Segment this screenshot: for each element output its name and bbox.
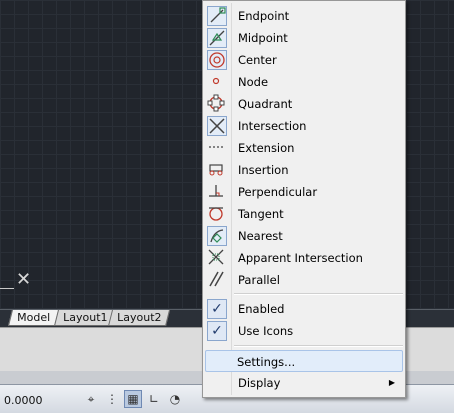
intersection-icon bbox=[207, 116, 227, 136]
menu-item-extension[interactable]: Extension bbox=[205, 137, 403, 159]
menu-item-enabled[interactable]: ✓ Enabled bbox=[205, 298, 403, 320]
menu-item-perpendicular[interactable]: Perpendicular bbox=[205, 181, 403, 203]
menu-item-label: Use Icons bbox=[238, 324, 294, 338]
nearest-icon bbox=[207, 226, 227, 246]
grid-display-icon[interactable]: ▦ bbox=[124, 390, 142, 408]
menu-item-label: Quadrant bbox=[238, 97, 293, 111]
extension-icon bbox=[207, 138, 227, 158]
ortho-icon[interactable]: ∟ bbox=[145, 390, 163, 408]
menu-item-label: Midpoint bbox=[238, 31, 288, 45]
menu-item-label: Nearest bbox=[238, 229, 283, 243]
tab-layout1[interactable]: Layout1 bbox=[54, 310, 117, 326]
coordinate-readout: 0.0000 bbox=[4, 394, 43, 407]
endpoint-icon bbox=[207, 6, 227, 26]
menu-item-label: Center bbox=[238, 53, 277, 67]
object-snap-context-menu: Endpoint Midpoint Center Node Quadrant Inters… bbox=[202, 0, 406, 398]
menu-item-apparent-intersection[interactable]: Apparent Intersection bbox=[205, 247, 403, 269]
menu-item-display[interactable]: Display ▶ bbox=[205, 372, 403, 394]
parallel-icon bbox=[207, 270, 227, 290]
menu-item-label: Display bbox=[238, 376, 281, 390]
menu-item-parallel[interactable]: Parallel bbox=[205, 269, 403, 291]
menu-item-label: Perpendicular bbox=[238, 185, 318, 199]
center-icon bbox=[207, 50, 227, 70]
checkmark-icon: ✓ bbox=[207, 321, 227, 341]
midpoint-icon bbox=[207, 28, 227, 48]
menu-item-label: Extension bbox=[238, 141, 295, 155]
menu-item-label: Insertion bbox=[238, 163, 289, 177]
menu-item-quadrant[interactable]: Quadrant bbox=[205, 93, 403, 115]
menu-item-label: Parallel bbox=[238, 273, 280, 287]
menu-item-label: Settings... bbox=[237, 355, 296, 369]
ucs-axis-line bbox=[0, 288, 14, 289]
menu-item-insertion[interactable]: Insertion bbox=[205, 159, 403, 181]
menu-item-label: Tangent bbox=[238, 207, 284, 221]
polar-icon[interactable]: ◔ bbox=[166, 390, 184, 408]
menu-item-label: Enabled bbox=[238, 302, 285, 316]
perpendicular-icon bbox=[207, 182, 227, 202]
checkmark-icon: ✓ bbox=[207, 299, 227, 319]
menu-item-nearest[interactable]: Nearest bbox=[205, 225, 403, 247]
menu-item-midpoint[interactable]: Midpoint bbox=[205, 27, 403, 49]
snap-mode-icon[interactable]: ⌖ bbox=[82, 390, 100, 408]
apparent-intersection-icon bbox=[207, 248, 227, 268]
menu-separator bbox=[234, 293, 403, 295]
tab-model[interactable]: Model bbox=[8, 310, 60, 326]
node-icon bbox=[207, 72, 227, 92]
menu-item-tangent[interactable]: Tangent bbox=[205, 203, 403, 225]
ucs-x-marker-icon: ✕ bbox=[16, 269, 32, 290]
menu-item-center[interactable]: Center bbox=[205, 49, 403, 71]
insertion-icon bbox=[207, 160, 227, 180]
tab-layout2[interactable]: Layout2 bbox=[108, 310, 171, 326]
grid-dots-icon[interactable]: ⋮ bbox=[103, 390, 121, 408]
menu-item-label: Node bbox=[238, 75, 269, 89]
menu-item-settings[interactable]: Settings... bbox=[205, 350, 403, 372]
menu-item-label: Apparent Intersection bbox=[238, 251, 363, 265]
menu-item-label: Intersection bbox=[238, 119, 307, 133]
menu-separator bbox=[234, 345, 403, 347]
menu-item-label: Endpoint bbox=[238, 9, 290, 23]
menu-item-node[interactable]: Node bbox=[205, 71, 403, 93]
menu-item-endpoint[interactable]: Endpoint bbox=[205, 5, 403, 27]
menu-item-intersection[interactable]: Intersection bbox=[205, 115, 403, 137]
menu-item-use-icons[interactable]: ✓ Use Icons bbox=[205, 320, 403, 342]
submenu-arrow-icon: ▶ bbox=[388, 378, 395, 387]
tangent-icon bbox=[207, 204, 227, 224]
quadrant-icon bbox=[207, 94, 227, 114]
